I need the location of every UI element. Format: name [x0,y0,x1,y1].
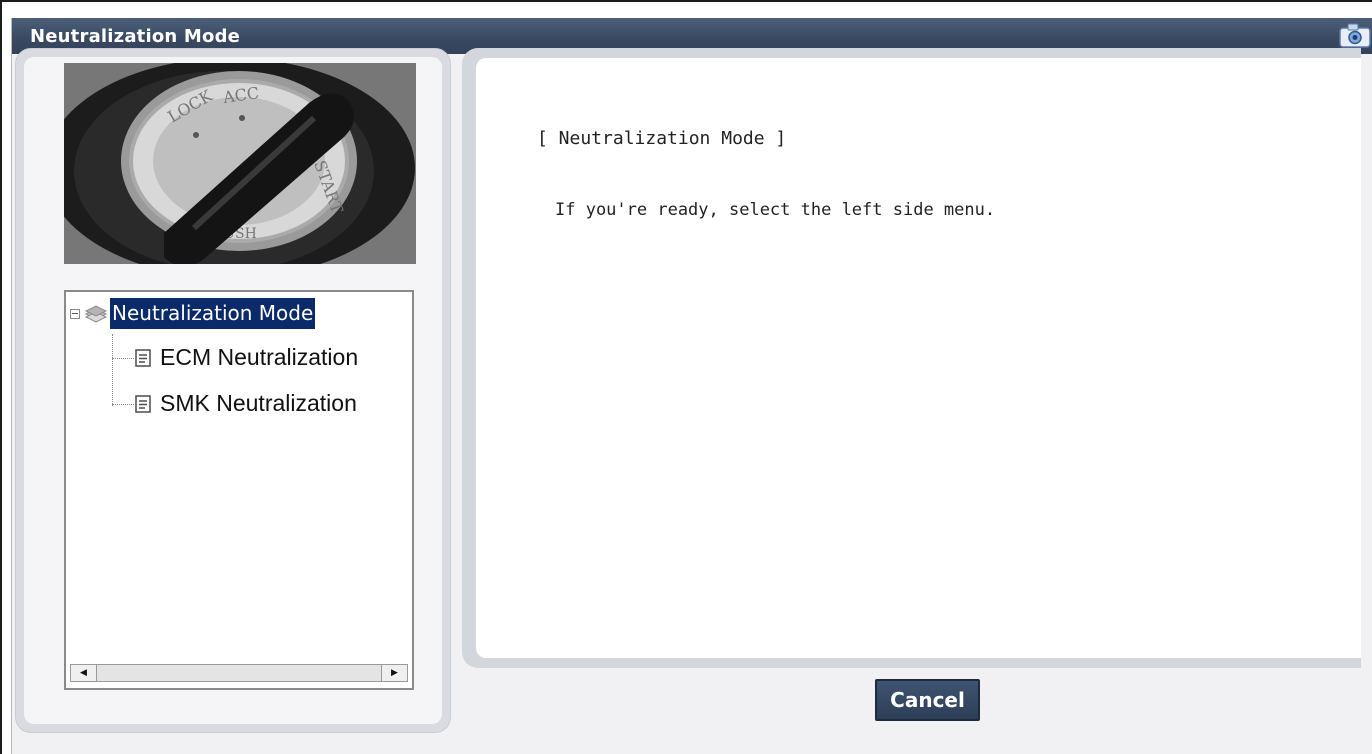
document-icon [135,348,151,367]
tree-item-ecm-neutralization[interactable]: ECM Neutralization [134,344,358,371]
cancel-button[interactable]: Cancel [875,679,980,721]
tree-connector [112,358,134,360]
outer-frame-left [0,0,2,754]
tree-item-smk-neutralization[interactable]: SMK Neutralization [134,390,357,417]
tree-connector [112,334,114,406]
stack-icon [84,304,108,323]
scroll-right-button[interactable]: ▶ [381,665,407,681]
tree-item-label: ECM Neutralization [160,344,359,370]
scroll-left-button[interactable]: ◀ [71,665,97,681]
outer-frame-top [0,0,1372,2]
tree-root-label[interactable]: Neutralization Mode [110,298,316,329]
menu-tree: Neutralization Mode ECM Neutralization S… [64,290,414,690]
instruction-text: If you're ready, select the left side me… [555,200,996,220]
tree-connector [112,404,134,406]
content-heading: [ Neutralization Mode ] [537,128,787,149]
arrow-right-icon: ▶ [391,668,398,678]
document-icon [135,394,151,413]
collapse-icon[interactable] [70,308,80,319]
camera-icon[interactable] [1339,23,1371,49]
arrow-left-icon: ◀ [80,668,87,678]
tree-item-label: SMK Neutralization [160,390,357,416]
tree-root[interactable]: Neutralization Mode [70,298,316,329]
horizontal-scrollbar[interactable]: ◀ ▶ [70,664,408,682]
window-title: Neutralization Mode [30,25,241,47]
ignition-switch-photo: LOCK ACC START PUSH [64,63,416,264]
